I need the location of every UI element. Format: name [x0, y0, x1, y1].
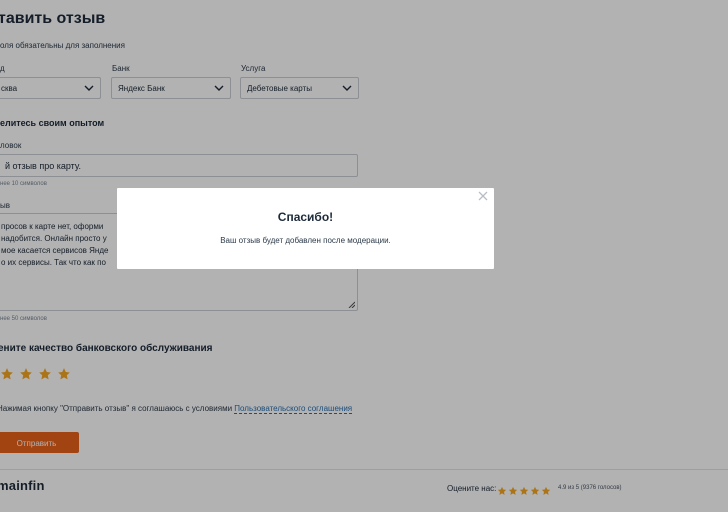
thank-you-modal: Спасибо! Ваш отзыв будет добавлен после …	[117, 188, 494, 269]
modal-message: Ваш отзыв будет добавлен после модерации…	[220, 236, 391, 245]
modal-title: Спасибо!	[277, 210, 334, 224]
close-icon[interactable]	[477, 190, 489, 202]
